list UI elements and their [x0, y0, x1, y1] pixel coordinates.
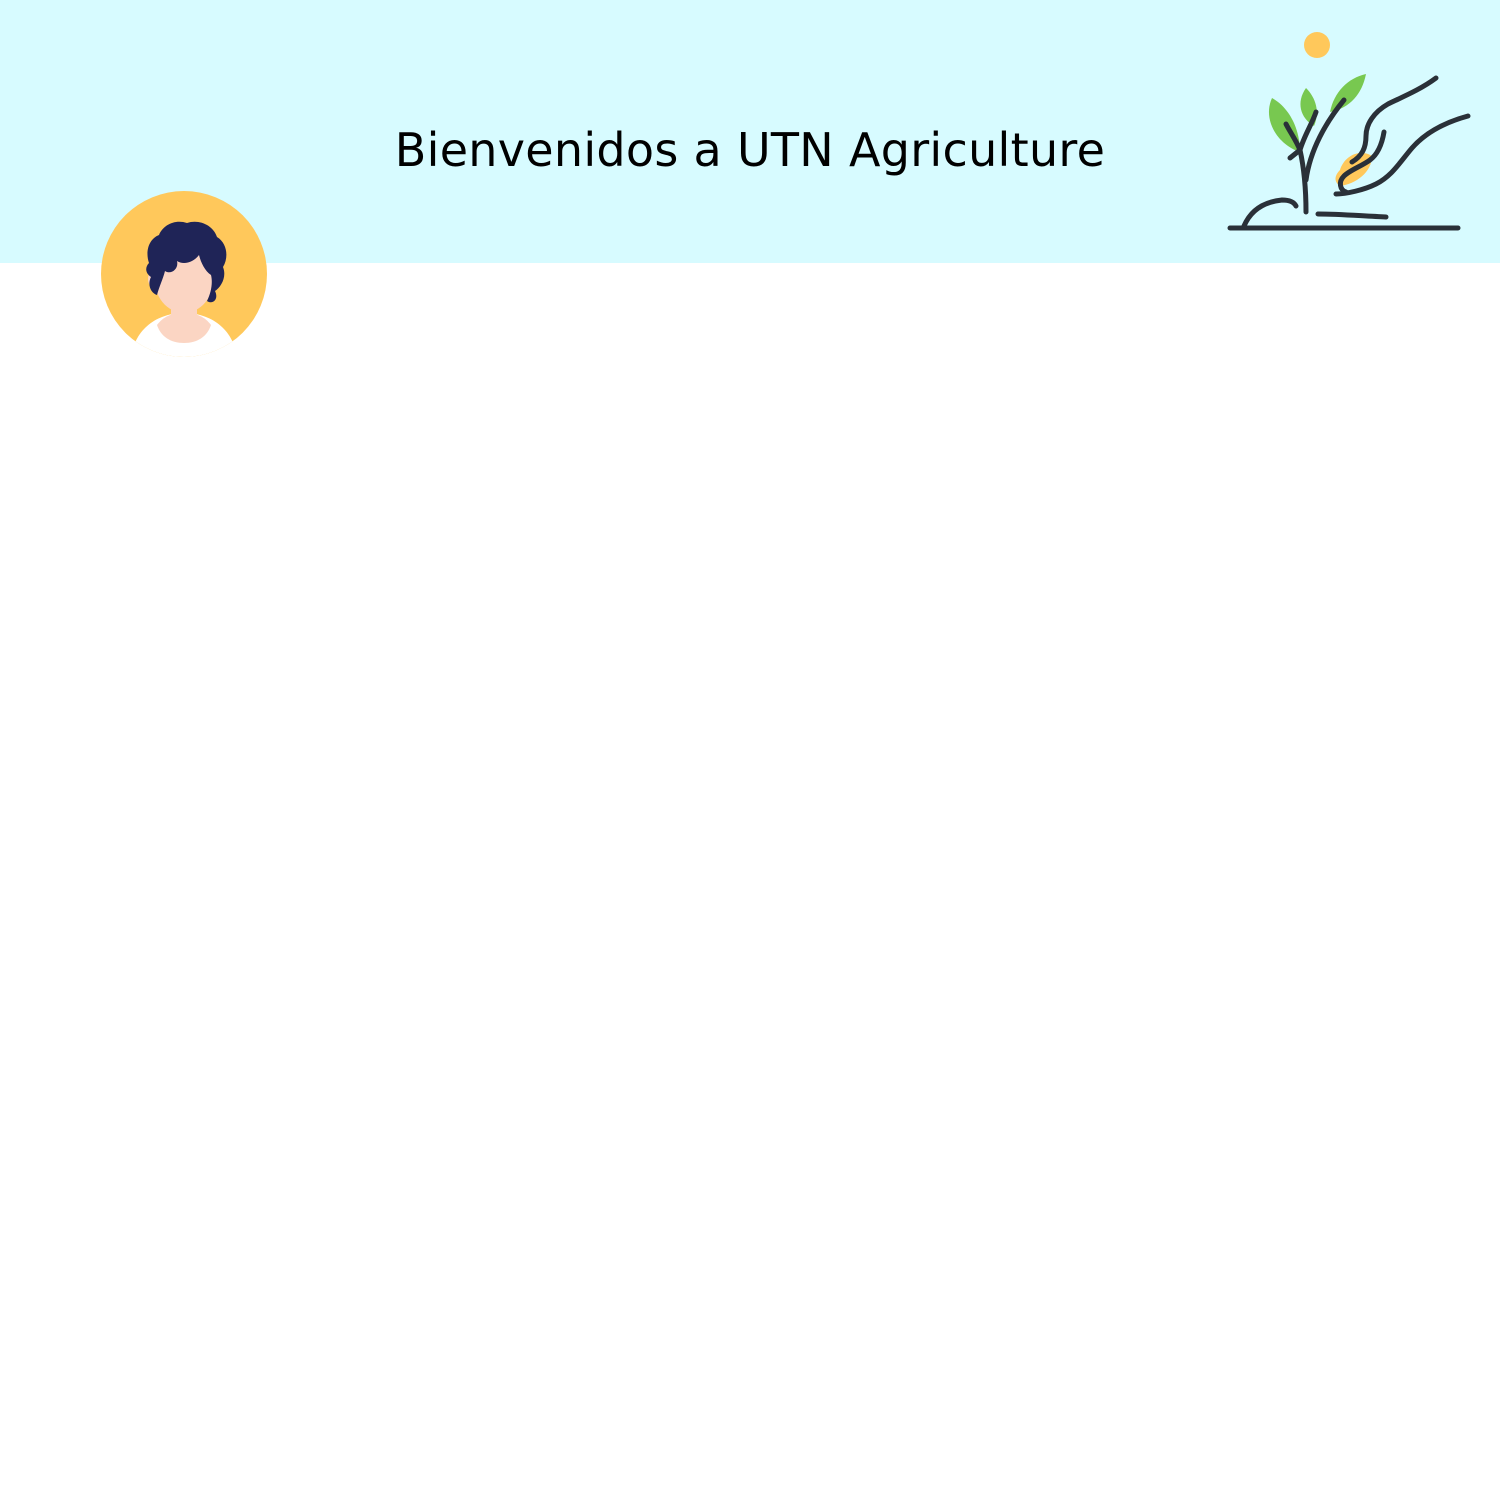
plant-hand-icon: [1227, 32, 1471, 231]
page: Bienvenidos a UTN Agriculture: [0, 0, 1500, 1500]
user-avatar-icon[interactable]: [101, 191, 267, 357]
